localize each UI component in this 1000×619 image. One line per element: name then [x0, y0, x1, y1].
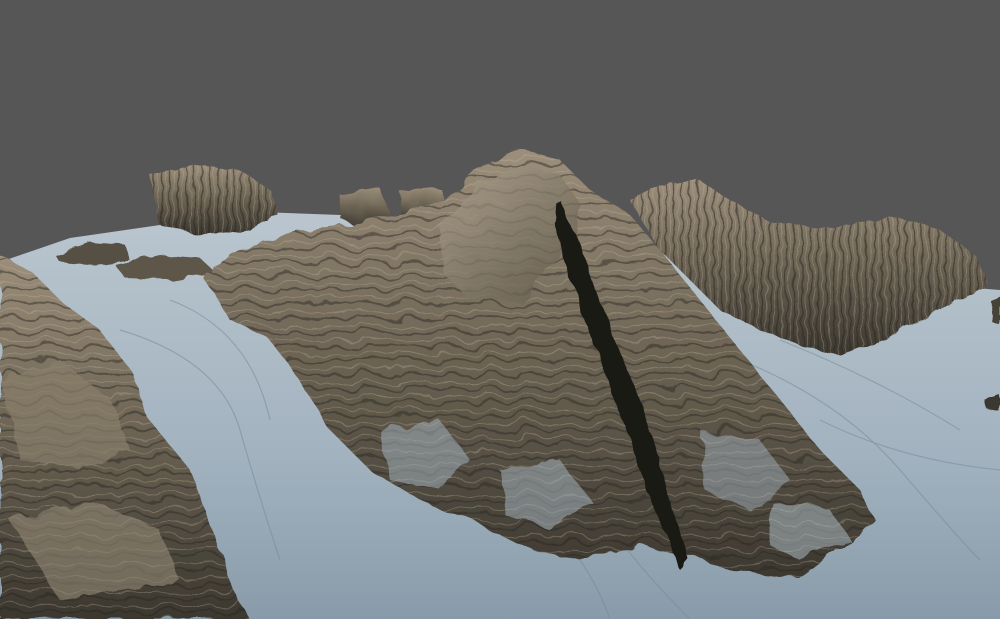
- depth-shading: [0, 0, 1000, 619]
- render-viewport[interactable]: [0, 0, 1000, 619]
- terrain-scene: [0, 0, 1000, 619]
